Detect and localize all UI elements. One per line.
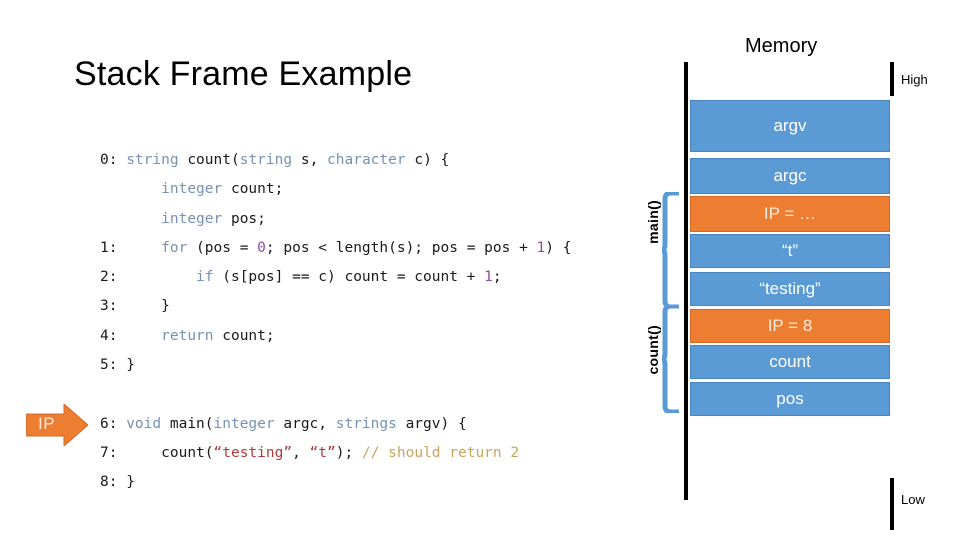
code-token: count( <box>161 444 214 461</box>
code-token: main( <box>161 415 214 432</box>
page-title: Stack Frame Example <box>74 55 413 93</box>
code-token: } <box>161 298 170 315</box>
memory-cell-pos: pos <box>690 382 890 416</box>
memory-cell-label: IP = … <box>763 204 817 223</box>
code-line-number: 0: <box>100 152 127 168</box>
memory-heading: Memory <box>745 35 818 57</box>
code-token: // should return 2 <box>361 444 520 461</box>
code-token: integer <box>213 415 275 432</box>
memory-cell-label: IP = 8 <box>767 316 813 335</box>
frame-label-main: main() <box>645 200 661 244</box>
memory-axis-right-top <box>890 62 894 96</box>
code-token: s, <box>292 152 328 168</box>
code-token: argc, <box>274 415 336 432</box>
code-token: 1 <box>536 239 546 256</box>
code-line: 3: } <box>100 292 571 321</box>
code-line: 6: void main(integer argc, strings argv)… <box>100 410 571 439</box>
memory-cell-argv: argv <box>690 100 890 152</box>
memory-cell-label: pos <box>776 389 804 408</box>
code-line: 4: return count; <box>100 322 571 351</box>
code-listing: 0: string count(string s, character c) {… <box>100 146 571 498</box>
code-token: (s[pos] == c) count = count + <box>213 269 485 286</box>
code-token: “testing” <box>213 444 293 461</box>
code-line: 8: } <box>100 468 571 497</box>
memory-cell-ip-8: IP = 8 <box>690 309 890 343</box>
code-token: , <box>292 444 310 461</box>
code-line-number <box>100 386 126 402</box>
memory-high-label: High <box>901 72 928 87</box>
code-token: string <box>239 152 293 168</box>
code-line-number: 5: <box>100 357 127 374</box>
memory-cell-label: argc <box>773 166 807 185</box>
memory-cell-ip: IP = … <box>690 196 890 232</box>
code-token: strings <box>335 415 397 432</box>
code-token: character <box>327 152 406 168</box>
code-line: integer pos; <box>100 205 571 234</box>
code-token: count( <box>187 152 240 168</box>
code-line-number: 6: <box>100 415 127 432</box>
code-line: 1: for (pos = 0; pos < length(s); pos = … <box>100 234 571 263</box>
memory-cell-label: “t” <box>781 241 799 260</box>
code-token: ; pos < length(s); pos = pos + <box>265 239 537 256</box>
memory-cell-label: “testing” <box>759 279 821 298</box>
code-token: string <box>126 152 179 168</box>
code-token: ; <box>492 269 502 286</box>
code-line-number <box>100 211 126 227</box>
code-token: count; <box>213 327 275 344</box>
instruction-pointer-arrow-icon <box>26 404 88 446</box>
code-line-number: 7: <box>100 444 127 461</box>
code-token: ); <box>335 444 362 461</box>
code-token: argv) { <box>396 415 467 432</box>
code-token: void <box>126 415 162 432</box>
code-token: 0 <box>257 239 266 256</box>
code-line-number <box>100 181 126 197</box>
code-token: integer <box>161 181 223 198</box>
code-token: c) { <box>405 152 450 168</box>
memory-cell-count: count <box>690 345 890 379</box>
code-token: count; <box>222 181 284 198</box>
code-line-number: 1: <box>100 239 127 256</box>
frame-label-count: count() <box>645 325 661 375</box>
code-line: 7: count(“testing”, “t”); // should retu… <box>100 439 571 468</box>
code-token: “t” <box>309 444 336 461</box>
frame-brace <box>662 192 680 308</box>
code-token: ) { <box>545 239 572 256</box>
memory-cell-label: count <box>769 352 811 371</box>
memory-low-label: Low <box>901 492 925 507</box>
code-token: (pos = <box>187 239 258 256</box>
code-token: pos; <box>222 210 266 227</box>
memory-cell-testing: “testing” <box>690 272 890 306</box>
code-line-number: 4: <box>100 327 127 344</box>
code-token: for <box>161 239 188 256</box>
code-line-number: 8: <box>100 474 127 491</box>
code-token: } <box>126 474 135 491</box>
memory-axis-left <box>684 62 688 500</box>
frame-brace <box>662 305 680 413</box>
slide-canvas: Stack Frame Example Memory High Low IP 0… <box>0 0 960 540</box>
memory-cell-t: “t” <box>690 234 890 268</box>
memory-cell-label: argv <box>773 116 807 135</box>
code-line <box>100 380 571 409</box>
code-line: 2: if (s[pos] == c) count = count + 1; <box>100 263 571 292</box>
code-token: if <box>196 269 214 286</box>
code-token: 1 <box>484 269 493 286</box>
code-token: integer <box>161 210 223 227</box>
memory-axis-right-bottom <box>890 478 894 530</box>
code-line: 5: } <box>100 351 571 380</box>
code-line: integer count; <box>100 175 571 204</box>
code-token: return <box>161 327 214 344</box>
code-line-number: 3: <box>100 298 127 315</box>
code-line-number: 2: <box>100 269 127 286</box>
code-line: 0: string count(string s, character c) { <box>100 146 571 175</box>
memory-cell-argc: argc <box>690 158 890 194</box>
code-token: } <box>126 357 135 374</box>
instruction-pointer-label: IP <box>38 414 56 433</box>
